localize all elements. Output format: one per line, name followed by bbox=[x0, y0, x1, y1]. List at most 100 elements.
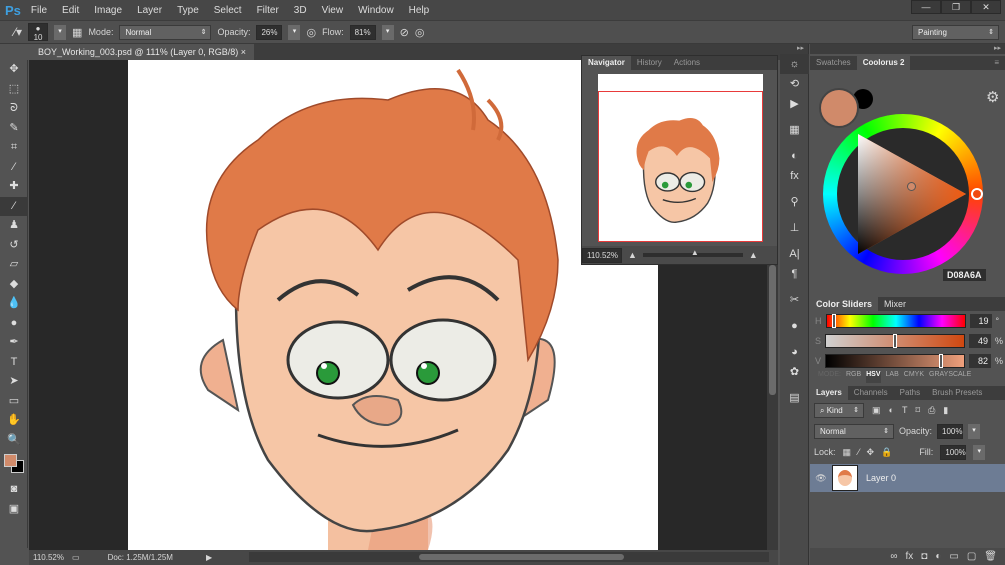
layer-name[interactable]: Layer 0 bbox=[866, 473, 896, 483]
vertical-scroll-thumb[interactable] bbox=[769, 265, 776, 395]
menu-file[interactable]: File bbox=[31, 5, 47, 16]
menu-3d[interactable]: 3D bbox=[294, 5, 307, 16]
layer-filter-select[interactable]: ⌕ Kind bbox=[814, 402, 864, 418]
zoom-out-icon[interactable]: ▲ bbox=[628, 250, 637, 260]
mode-select[interactable]: Normal bbox=[119, 24, 212, 40]
lock-position-icon[interactable]: ✥ bbox=[867, 447, 875, 458]
filter-toggle[interactable]: ▮ bbox=[943, 405, 948, 416]
minimize-button[interactable]: — bbox=[911, 0, 941, 14]
brush-size-picker[interactable]: ● 10 bbox=[28, 23, 49, 42]
add-mask-icon[interactable]: ◘ bbox=[921, 551, 927, 562]
dodge-tool-icon[interactable]: ● bbox=[0, 314, 28, 334]
menu-image[interactable]: Image bbox=[94, 5, 122, 16]
filter-adjustment-icon[interactable]: ◐ bbox=[889, 405, 894, 415]
kuler-panel-icon[interactable]: ● bbox=[780, 316, 809, 336]
filter-shape-icon[interactable]: ⌑ bbox=[915, 405, 920, 416]
document-canvas[interactable] bbox=[128, 60, 658, 550]
fill-dropdown[interactable]: ▾ bbox=[973, 444, 986, 460]
lock-all-icon[interactable]: 🔒 bbox=[881, 447, 892, 458]
new-group-icon[interactable]: ▭ bbox=[949, 551, 958, 562]
zoom-in-icon[interactable]: ▲ bbox=[749, 250, 758, 260]
brush-panel-icon[interactable]: ▦ bbox=[72, 26, 82, 39]
brush-tool-icon[interactable]: ⁄ bbox=[0, 196, 28, 216]
pressure-opacity-icon[interactable]: ◎ bbox=[306, 26, 316, 39]
tab-color-sliders[interactable]: Color Sliders bbox=[810, 297, 879, 311]
path-select-tool-icon[interactable]: ➤ bbox=[0, 372, 28, 392]
brush-dropdown[interactable]: ▾ bbox=[54, 24, 67, 40]
menu-layer[interactable]: Layer bbox=[137, 5, 162, 16]
value-slider[interactable] bbox=[825, 354, 966, 368]
hex-value[interactable]: D08A6A bbox=[943, 269, 986, 281]
filter-smart-icon[interactable]: ⎙ bbox=[928, 405, 935, 416]
coolorus-panel-icon[interactable]: ◕ bbox=[780, 342, 809, 362]
panel-menu-icon[interactable]: ≡ bbox=[988, 56, 1005, 70]
blend-mode-select[interactable]: Normal bbox=[814, 423, 894, 439]
mode-hsv[interactable]: HSV bbox=[866, 371, 881, 383]
history-brush-tool-icon[interactable]: ↺ bbox=[0, 236, 28, 256]
quick-mask-icon[interactable]: ◙ bbox=[0, 480, 28, 500]
color-picker-handle[interactable] bbox=[907, 182, 916, 191]
menu-edit[interactable]: Edit bbox=[62, 5, 79, 16]
hue-handle[interactable] bbox=[971, 188, 983, 200]
blur-tool-icon[interactable]: 💧 bbox=[0, 294, 28, 314]
tool-presets-icon[interactable]: ✂ bbox=[780, 290, 809, 310]
tab-paths[interactable]: Paths bbox=[894, 386, 926, 400]
menu-view[interactable]: View bbox=[322, 5, 344, 16]
menu-type[interactable]: Type bbox=[177, 5, 199, 16]
pressure-size-icon[interactable]: ◎ bbox=[415, 26, 425, 39]
delete-layer-icon[interactable]: 🗑 bbox=[984, 551, 997, 562]
zoom-level[interactable]: 110.52% bbox=[33, 553, 64, 562]
filter-type-icon[interactable]: T bbox=[902, 405, 908, 415]
actions-panel-icon[interactable]: ▶ bbox=[780, 94, 809, 114]
settings-gear-icon[interactable]: ⚙ bbox=[986, 88, 999, 106]
lock-paint-icon[interactable]: ⁄ bbox=[858, 447, 860, 457]
move-tool-icon[interactable]: ✥ bbox=[0, 60, 28, 80]
navigator-zoom-input[interactable]: 110.52% bbox=[582, 247, 622, 263]
filter-pixel-icon[interactable]: ▣ bbox=[872, 405, 881, 416]
zoom-tool-icon[interactable]: 🔍 bbox=[0, 431, 28, 451]
document-tab[interactable]: BOY_Working_003.psd @ 111% (Layer 0, RGB… bbox=[30, 44, 255, 60]
menu-filter[interactable]: Filter bbox=[257, 5, 279, 16]
eraser-tool-icon[interactable]: ▱ bbox=[0, 255, 28, 275]
lock-transparency-icon[interactable]: ▦ bbox=[843, 447, 852, 458]
type-tool-icon[interactable]: T bbox=[0, 353, 28, 373]
foreground-color-swatch[interactable] bbox=[4, 454, 17, 467]
fill-input[interactable]: 100% bbox=[940, 444, 967, 460]
navigator-zoom-slider[interactable]: ▲ bbox=[642, 248, 743, 257]
marquee-tool-icon[interactable]: ⬚ bbox=[0, 80, 28, 100]
folder-panel-icon[interactable]: ▤ bbox=[780, 388, 809, 408]
value-value[interactable]: 82 bbox=[969, 354, 992, 368]
flow-dropdown[interactable]: ▾ bbox=[381, 24, 394, 40]
eyedropper-tool-icon[interactable]: ⁄ bbox=[0, 158, 28, 178]
tab-navigator[interactable]: Navigator bbox=[582, 56, 631, 70]
hue-value[interactable]: 19 bbox=[969, 314, 992, 328]
link-layers-icon[interactable]: ∞ bbox=[890, 551, 897, 562]
clone-source-panel-icon[interactable]: ⊥ bbox=[780, 218, 809, 238]
history-panel-icon[interactable]: ⟲ bbox=[780, 74, 809, 94]
visibility-eye-icon[interactable]: 👁 bbox=[810, 473, 832, 484]
menu-select[interactable]: Select bbox=[214, 5, 242, 16]
color-swatches[interactable] bbox=[0, 450, 27, 480]
hand-tool-icon[interactable]: ✋ bbox=[0, 411, 28, 431]
layer-opacity-dropdown[interactable]: ▾ bbox=[968, 423, 981, 439]
healing-tool-icon[interactable]: ✚ bbox=[0, 177, 28, 197]
shape-tool-icon[interactable]: ▭ bbox=[0, 392, 28, 412]
saturation-value[interactable]: 49 bbox=[969, 334, 992, 348]
screen-mode-icon[interactable]: ▣ bbox=[0, 500, 28, 520]
layer-item[interactable]: 👁 Layer 0 bbox=[810, 464, 1005, 492]
tab-channels[interactable]: Channels bbox=[848, 386, 894, 400]
horizontal-scrollbar[interactable] bbox=[249, 552, 769, 562]
3d-panel-icon[interactable]: ▦ bbox=[780, 120, 809, 140]
styles-panel-icon[interactable]: fx bbox=[780, 166, 809, 186]
layer-opacity-input[interactable]: 100% bbox=[937, 423, 964, 439]
mode-rgb[interactable]: RGB bbox=[846, 371, 861, 383]
tab-brush-presets[interactable]: Brush Presets bbox=[926, 386, 988, 400]
hue-slider[interactable] bbox=[825, 314, 966, 328]
new-layer-icon[interactable]: ▢ bbox=[967, 551, 976, 562]
crop-tool-icon[interactable]: ⌗ bbox=[0, 138, 28, 158]
mode-cmyk[interactable]: CMYK bbox=[904, 371, 924, 383]
status-icon[interactable]: ▭ bbox=[72, 553, 80, 562]
paragraph-panel-icon[interactable]: ¶ bbox=[780, 264, 809, 284]
opacity-dropdown[interactable]: ▾ bbox=[288, 24, 301, 40]
navigator-panel-icon[interactable]: ☼ bbox=[780, 54, 809, 74]
